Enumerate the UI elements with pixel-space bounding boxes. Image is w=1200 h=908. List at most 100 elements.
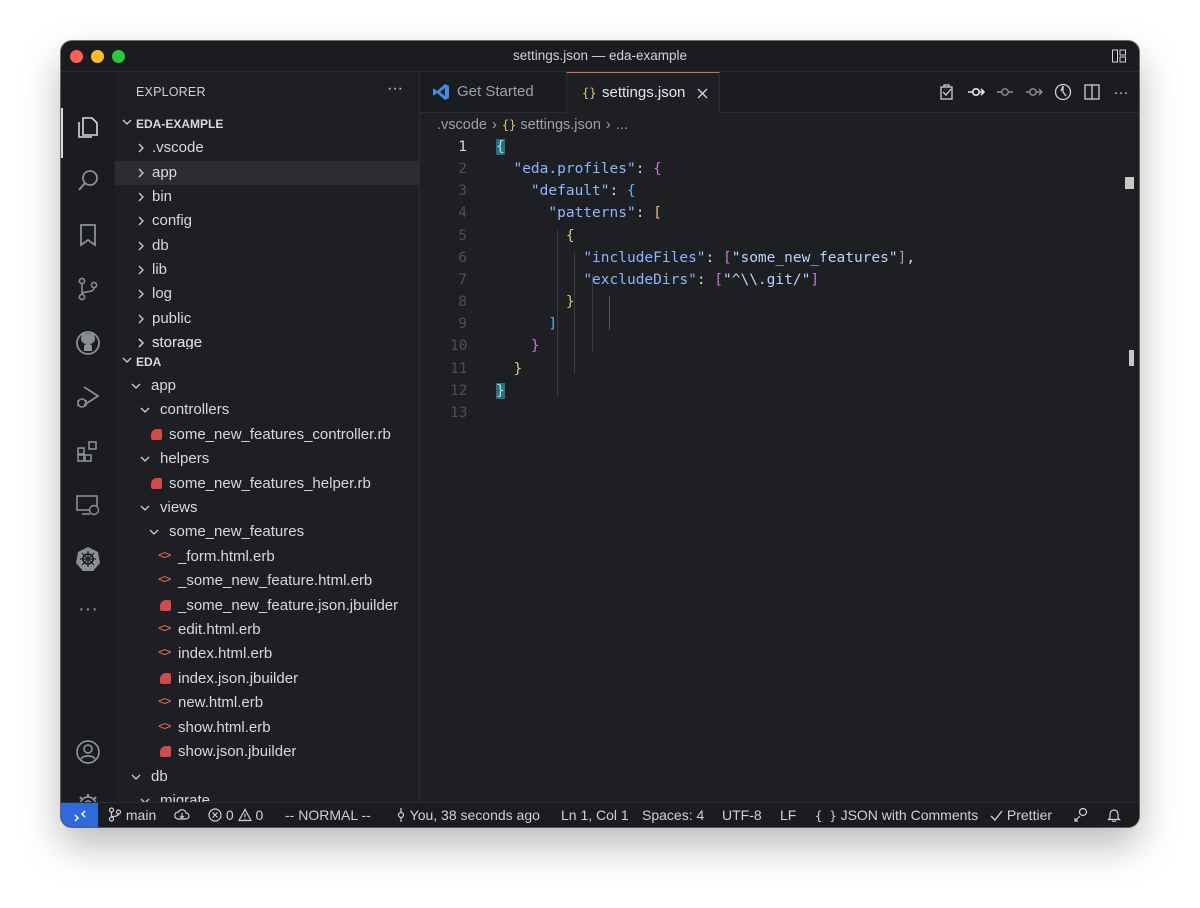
- accounts-icon[interactable]: [73, 737, 103, 767]
- indentation[interactable]: Spaces: 4: [642, 807, 704, 823]
- chevron-down-icon: [140, 505, 150, 511]
- code-line: 8 }: [458, 294, 575, 310]
- tree-item-log[interactable]: log: [115, 282, 419, 306]
- more-views-icon[interactable]: ···: [73, 594, 103, 624]
- breadcrumb-item-vscode[interactable]: .vscode: [437, 117, 487, 133]
- chevron-right-icon: [138, 143, 144, 153]
- breadcrumb-item-symbol[interactable]: ...: [616, 117, 628, 133]
- ruby-file-icon: [160, 673, 171, 684]
- tree-item-partial-erb[interactable]: <> _some_new_feature.html.erb: [115, 569, 419, 593]
- tree-item-form-erb[interactable]: <> _form.html.erb: [115, 545, 419, 569]
- tree-item-show-jbuilder[interactable]: show.json.jbuilder: [115, 740, 419, 764]
- tree-item-show-erb[interactable]: <> show.html.erb: [115, 716, 419, 740]
- tree-item-vscode[interactable]: .vscode: [115, 136, 419, 160]
- tree-item-migrate[interactable]: migrate: [115, 789, 419, 802]
- html-file-icon: <>: [158, 645, 171, 659]
- problems-status[interactable]: 0 0: [208, 807, 263, 823]
- search-icon[interactable]: [73, 166, 103, 196]
- tree-item-config[interactable]: config: [115, 209, 419, 233]
- git-blame[interactable]: You, 38 seconds ago: [396, 807, 540, 823]
- tree-item-app[interactable]: app: [115, 161, 419, 185]
- scrollbar-marker[interactable]: [1125, 177, 1134, 189]
- html-file-icon: <>: [158, 548, 171, 562]
- editor-area: Get Started {} settings.json ··· .vscode…: [420, 72, 1139, 802]
- json-file-icon: {}: [582, 86, 597, 100]
- tree-item-views-folder[interactable]: some_new_features: [115, 520, 419, 544]
- language-mode[interactable]: { } JSON with Comments: [815, 807, 978, 823]
- code-line: 13: [450, 405, 468, 421]
- git-next-icon[interactable]: [1024, 82, 1044, 102]
- tab-settings-json[interactable]: {} settings.json: [566, 72, 720, 114]
- code-line: 5 {: [458, 228, 575, 244]
- tree-item-partial-jbuilder[interactable]: _some_new_feature.json.jbuilder: [115, 594, 419, 618]
- kubernetes-icon[interactable]: [73, 544, 103, 574]
- tree-item-new-erb[interactable]: <> new.html.erb: [115, 691, 419, 715]
- tree-item-controller-file[interactable]: some_new_features_controller.rb: [115, 423, 419, 447]
- split-editor-icon[interactable]: [1082, 82, 1102, 102]
- tree-item-bin[interactable]: bin: [115, 185, 419, 209]
- vim-mode: -- NORMAL --: [285, 807, 371, 823]
- source-control-icon[interactable]: [73, 274, 103, 304]
- extensions-icon[interactable]: [73, 436, 103, 466]
- tree-item-public[interactable]: public: [115, 307, 419, 331]
- tree-item-db[interactable]: db: [115, 234, 419, 258]
- html-file-icon: <>: [158, 572, 171, 586]
- tree-item-index-jbuilder[interactable]: index.json.jbuilder: [115, 667, 419, 691]
- chevron-right-icon: [138, 338, 144, 348]
- tree-item-storage-visible[interactable]: storage: [115, 331, 419, 349]
- timeline-icon[interactable]: [1053, 82, 1073, 102]
- section-header-eda[interactable]: EDA: [115, 352, 419, 374]
- ruby-file-icon: [151, 478, 162, 489]
- sync-icon[interactable]: [174, 807, 190, 823]
- git-commit-icon[interactable]: [966, 82, 986, 102]
- cursor-position[interactable]: Ln 1, Col 1: [561, 807, 629, 823]
- active-indicator: [61, 108, 63, 158]
- vscode-window: settings.json — eda-example ··· EXPLORER…: [61, 41, 1139, 827]
- remote-explorer-icon[interactable]: [73, 490, 103, 520]
- json-file-icon: {}: [501, 118, 517, 132]
- section-header-eda-example[interactable]: EDA-EXAMPLE: [115, 114, 419, 136]
- run-debug-icon[interactable]: [73, 382, 103, 412]
- tree-item-helper-file[interactable]: some_new_features_helper.rb: [115, 472, 419, 496]
- scrollbar-thumb[interactable]: [1129, 350, 1134, 366]
- chevron-right-icon: [138, 168, 144, 178]
- customize-layout-icon[interactable]: [1111, 48, 1127, 64]
- tree-item-app-expanded[interactable]: app: [115, 374, 419, 398]
- close-tab-icon[interactable]: [697, 88, 708, 99]
- github-icon[interactable]: [73, 328, 103, 358]
- tree-item-index-erb[interactable]: <> index.html.erb: [115, 642, 419, 666]
- tab-get-started[interactable]: Get Started: [420, 72, 565, 112]
- tree-item-views[interactable]: views: [115, 496, 419, 520]
- branch-status[interactable]: main: [108, 807, 156, 823]
- tree-item-edit-erb[interactable]: <> edit.html.erb: [115, 618, 419, 642]
- git-previous-icon[interactable]: [995, 82, 1015, 102]
- tree-item-controllers[interactable]: controllers: [115, 398, 419, 422]
- feedback-icon[interactable]: [1074, 807, 1090, 823]
- code-line: 2 "eda.profiles": {: [458, 161, 662, 177]
- html-file-icon: <>: [158, 621, 171, 635]
- prettier-status[interactable]: Prettier: [990, 807, 1052, 823]
- chevron-down-icon: [131, 774, 141, 780]
- open-changes-icon[interactable]: [937, 82, 957, 102]
- bookmark-icon[interactable]: [73, 220, 103, 250]
- breadcrumb-item-settings[interactable]: settings.json: [520, 117, 601, 133]
- remote-indicator-icon[interactable]: [61, 803, 98, 827]
- chevron-down-icon: [131, 383, 141, 389]
- ruby-file-icon: [151, 429, 162, 440]
- chevron-right-icon: [138, 216, 144, 226]
- files-icon[interactable]: [73, 112, 103, 142]
- tree-item-lib[interactable]: lib: [115, 258, 419, 282]
- more-actions-icon[interactable]: ···: [1111, 82, 1131, 102]
- chevron-down-icon: [140, 456, 150, 462]
- explorer-more-actions-icon[interactable]: ···: [387, 80, 403, 98]
- error-icon: [208, 808, 222, 822]
- tree-item-helpers[interactable]: helpers: [115, 447, 419, 471]
- tree-item-db-expanded[interactable]: db: [115, 765, 419, 789]
- chevron-down-icon: [122, 119, 132, 125]
- chevron-right-icon: [138, 241, 144, 251]
- encoding[interactable]: UTF-8: [722, 807, 762, 823]
- code-line: 1{: [458, 139, 505, 155]
- notifications-bell-icon[interactable]: [1107, 807, 1121, 823]
- explorer-sidebar: EXPLORER ··· EDA-EXAMPLE .vscode app bin…: [115, 72, 420, 802]
- end-of-line[interactable]: LF: [780, 807, 796, 823]
